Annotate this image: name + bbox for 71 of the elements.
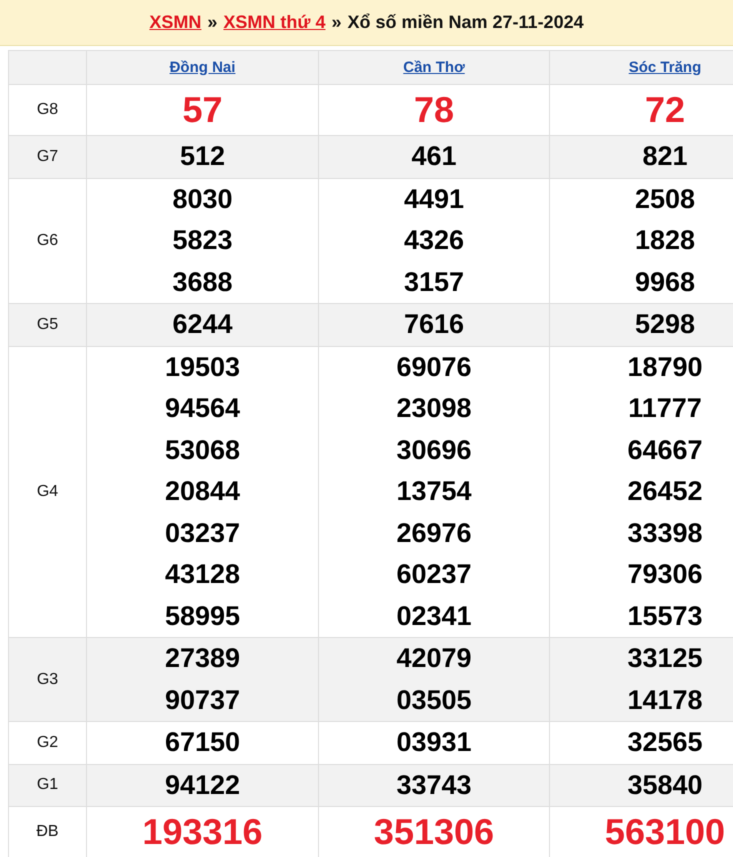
prize-number: 512 xyxy=(180,141,226,172)
prize-number: 35840 xyxy=(627,770,703,801)
prize-number: 57 xyxy=(182,88,223,132)
prize-number: 94564 xyxy=(164,393,240,424)
prize-number: 5298 xyxy=(634,309,696,340)
prize-number: 4491 xyxy=(404,184,464,215)
prize-number: 19503 xyxy=(164,352,240,383)
breadcrumb-link[interactable]: XSMN xyxy=(149,12,202,33)
prize-number: 461 xyxy=(411,141,457,172)
prize-number: 67150 xyxy=(164,727,240,758)
prize-number: 2508 xyxy=(634,184,696,215)
prize-number: 5823 xyxy=(172,225,233,256)
prize-number: 351306 xyxy=(374,810,494,854)
prize-number: 26976 xyxy=(396,518,472,549)
prize-number: 69076 xyxy=(396,352,472,383)
prize-number: 26452 xyxy=(627,476,703,508)
prize-label: G2 xyxy=(36,734,58,751)
prize-label: G5 xyxy=(36,316,58,333)
breadcrumb-separator: » xyxy=(207,12,218,33)
prize-number: 6244 xyxy=(172,309,233,340)
prize-number: 18790 xyxy=(627,352,703,383)
prize-number: 11777 xyxy=(628,393,702,424)
breadcrumb-separator: » xyxy=(331,12,342,33)
prize-label: G1 xyxy=(36,776,58,794)
prize-number: 8030 xyxy=(172,184,233,215)
prize-number: 60237 xyxy=(396,559,472,590)
prize-number: 42079 xyxy=(396,643,472,674)
province-link[interactable]: Cần Thơ xyxy=(403,58,465,76)
prize-number: 90737 xyxy=(164,684,240,716)
prize-number: 9968 xyxy=(634,266,696,298)
prize-number: 1828 xyxy=(634,225,696,256)
province-link[interactable]: Sóc Trăng xyxy=(628,58,702,76)
prize-number: 32565 xyxy=(627,727,703,758)
prize-number: 563100 xyxy=(604,810,726,854)
prize-label: G4 xyxy=(36,482,58,500)
prize-number: 79306 xyxy=(627,559,703,590)
prize-label: G6 xyxy=(36,232,58,249)
prize-number: 43128 xyxy=(164,559,240,590)
prize-number: 821 xyxy=(642,141,688,172)
prize-number: 23098 xyxy=(396,393,472,424)
prize-number: 58995 xyxy=(164,600,240,632)
prize-number: 13754 xyxy=(396,476,472,508)
prize-number: 72 xyxy=(644,88,686,132)
prize-number: 33398 xyxy=(627,518,703,549)
prize-number: 78 xyxy=(414,88,454,132)
prize-number: 193316 xyxy=(142,810,263,854)
breadcrumb-link[interactable]: XSMN thứ 4 xyxy=(223,12,326,33)
prize-number: 3157 xyxy=(404,266,464,298)
prize-number: 02341 xyxy=(396,600,472,632)
prize-label: G3 xyxy=(36,670,58,688)
prize-number: 4326 xyxy=(404,225,464,256)
prize-number: 3688 xyxy=(172,266,233,298)
prize-number: 30696 xyxy=(396,434,472,466)
prize-number: 03237 xyxy=(164,518,240,549)
prize-number: 94122 xyxy=(164,770,240,801)
prize-number: 27389 xyxy=(164,643,240,674)
prize-number: 64667 xyxy=(627,434,703,466)
prize-label: G7 xyxy=(36,148,58,165)
prize-label: ĐB xyxy=(36,823,59,840)
prize-number: 33125 xyxy=(627,643,703,674)
prize-number: 53068 xyxy=(164,434,240,466)
prize-number: 14178 xyxy=(627,684,703,716)
prize-number: 03931 xyxy=(396,727,472,758)
prize-number: 03505 xyxy=(396,684,472,716)
prize-number: 33743 xyxy=(396,770,472,801)
prize-number: 20844 xyxy=(164,476,240,508)
prize-label: G8 xyxy=(36,101,58,118)
prize-number: 15573 xyxy=(627,600,703,632)
page-title: Xổ số miền Nam 27-11-2024 xyxy=(347,12,584,33)
province-link[interactable]: Đồng Nai xyxy=(170,58,236,76)
prize-number: 7616 xyxy=(404,309,464,340)
